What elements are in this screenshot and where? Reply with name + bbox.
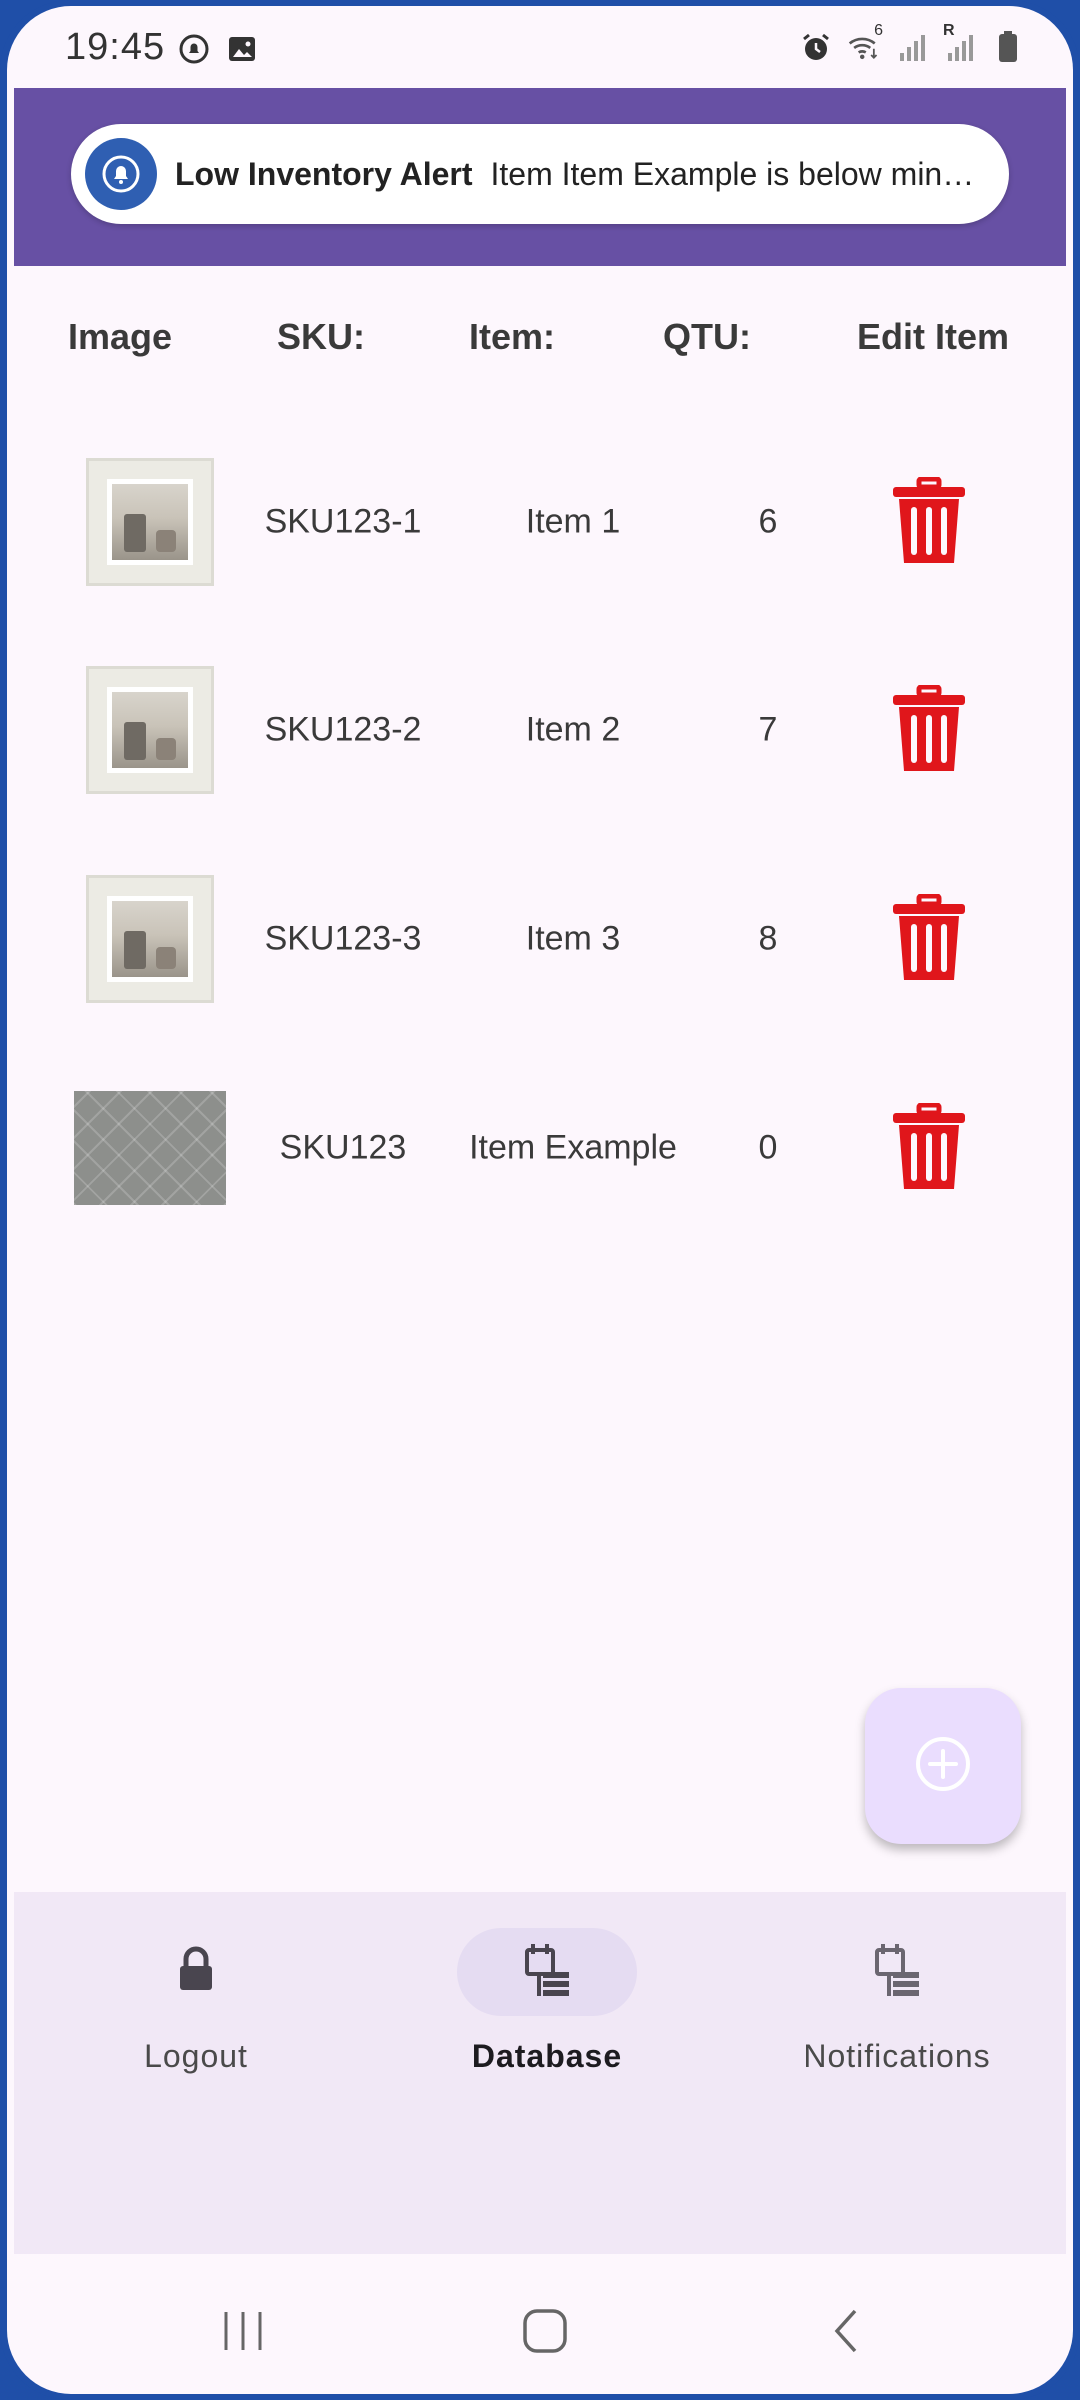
header-image: Image xyxy=(67,316,173,357)
back-icon[interactable] xyxy=(817,2306,877,2356)
item-qty: 8 xyxy=(758,919,778,958)
table-row[interactable]: SKU123-2 Item 2 7 xyxy=(7,640,1073,820)
database-icon xyxy=(521,1940,573,2005)
status-right-icons: 6 R xyxy=(799,22,1025,64)
item-name: Item 1 xyxy=(525,502,621,541)
battery-icon xyxy=(991,30,1025,64)
bottom-navigation: Logout Database Notifications xyxy=(14,1892,1066,2254)
wifi-label: 6 xyxy=(874,22,883,39)
header-sku: SKU: xyxy=(277,316,365,357)
delete-trash-icon[interactable] xyxy=(889,476,969,567)
wifi-icon: 6 xyxy=(847,22,883,64)
header-item: Item: xyxy=(468,316,556,357)
item-name: Item Example xyxy=(469,1128,677,1167)
item-qty: 6 xyxy=(758,502,778,541)
notification-title: Low Inventory Alert xyxy=(175,155,473,192)
alarm-icon xyxy=(799,30,833,64)
notification-body: Item Item Example is below min… xyxy=(490,155,975,192)
status-time: 19:45 xyxy=(65,26,166,68)
item-sku: SKU123-1 xyxy=(264,502,422,541)
item-thumbnail xyxy=(86,875,214,1003)
signal-icon xyxy=(895,30,929,64)
item-name: Item 3 xyxy=(525,919,621,958)
add-circle-icon xyxy=(913,1734,973,1799)
table-row[interactable]: SKU123 Item Example 0 xyxy=(7,1058,1073,1238)
delete-trash-icon[interactable] xyxy=(889,893,969,984)
item-qty: 0 xyxy=(758,1128,778,1167)
table-row[interactable]: SKU123-3 Item 3 8 xyxy=(7,849,1073,1029)
item-thumbnail xyxy=(74,1091,226,1205)
low-inventory-notification[interactable]: Low Inventory Alert Item Item Example is… xyxy=(71,124,1009,224)
roaming-label: R xyxy=(943,22,955,39)
item-sku: SKU123 xyxy=(279,1128,407,1167)
nav-item-logout[interactable]: Logout xyxy=(66,1928,326,2075)
delete-trash-icon[interactable] xyxy=(889,1102,969,1193)
item-qty: 7 xyxy=(758,710,778,749)
nav-label: Database xyxy=(471,2038,623,2074)
notification-bell-icon xyxy=(85,138,157,210)
table-header: Image SKU: Item: QTU: Edit Item xyxy=(7,316,1073,376)
database-icon xyxy=(871,1940,923,2005)
status-left-icons xyxy=(177,32,259,66)
item-thumbnail xyxy=(86,666,214,794)
system-navigation-bar xyxy=(7,2266,1073,2394)
item-name: Item 2 xyxy=(525,710,621,749)
home-icon[interactable] xyxy=(515,2306,575,2356)
lock-icon xyxy=(174,1946,218,1999)
recent-apps-icon[interactable] xyxy=(213,2306,273,2356)
device-frame: 19:45 6 R Low Inventory Alert Item Item … xyxy=(0,0,1080,2400)
app-header: Low Inventory Alert Item Item Example is… xyxy=(14,88,1066,266)
item-sku: SKU123-3 xyxy=(264,919,422,958)
item-thumbnail xyxy=(86,458,214,586)
header-qty: QTU: xyxy=(663,316,751,357)
status-bar: 19:45 6 R xyxy=(7,6,1073,88)
screen: 19:45 6 R Low Inventory Alert Item Item … xyxy=(7,6,1073,2394)
signal-roaming-icon: R xyxy=(943,22,977,64)
nav-label: Notifications xyxy=(803,2038,991,2074)
add-item-fab[interactable] xyxy=(865,1688,1021,1844)
table-row[interactable]: SKU123-1 Item 1 6 xyxy=(7,432,1073,612)
notification-bell-icon xyxy=(177,32,211,66)
image-icon xyxy=(225,32,259,66)
header-edit-item: Edit Item xyxy=(856,316,1010,357)
nav-item-database[interactable]: Database xyxy=(417,1928,677,2075)
item-sku: SKU123-2 xyxy=(264,710,422,749)
delete-trash-icon[interactable] xyxy=(889,684,969,775)
nav-label: Logout xyxy=(144,2038,248,2074)
nav-item-notifications[interactable]: Notifications xyxy=(767,1928,1027,2075)
